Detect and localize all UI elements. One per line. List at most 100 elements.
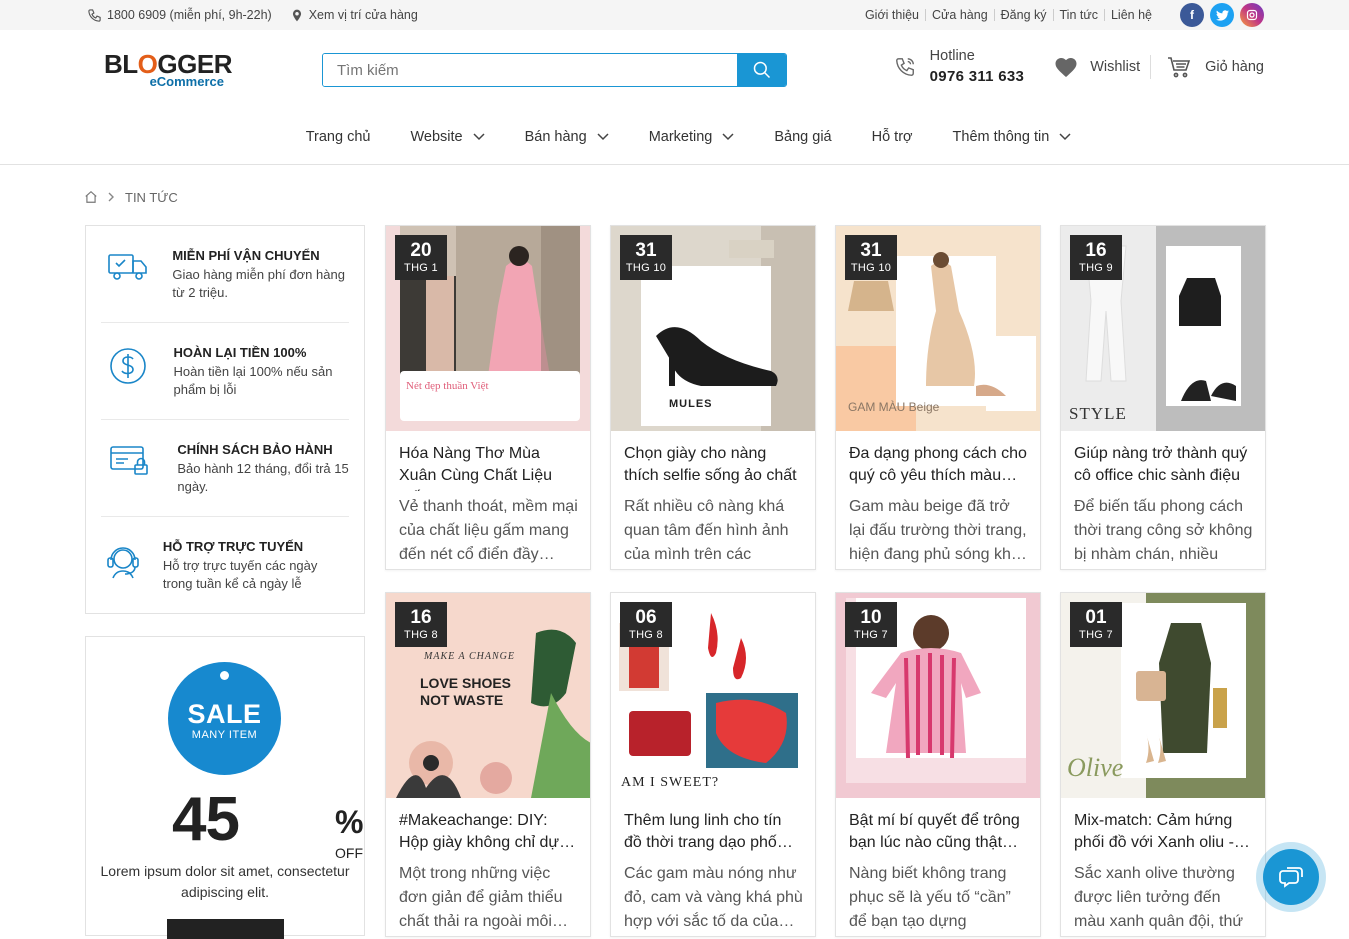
nav-item-pricing[interactable]: Bảng giá [774,129,831,145]
sale-percent: 45 % OFF [172,789,363,862]
post-card[interactable]: STYLE 16 THG 9 Giúp nàng trở thành quý cô… [1060,225,1266,570]
service-item: HỖ TRỢ TRỰC TUYẾN Hỗ trợ trực tuyến các n… [101,517,349,613]
chat-button[interactable] [1256,842,1326,912]
post-title[interactable]: Đa dạng phong cách cho quý cô yêu thích … [836,431,1040,491]
thumb-caption: Olive [1067,753,1124,782]
date-badge: 06 THG 8 [620,602,672,647]
sidebar: MIỄN PHÍ VẬN CHUYỂN Giao hàng miễn phí đơ… [85,225,365,939]
post-title[interactable]: Giúp nàng trở thành quý cô office chic s… [1061,431,1265,491]
phone-text: 1800 6909 (miễn phí, 9h-22h) [107,8,272,22]
post-grid: Nét đẹp thuần Việt 20 THG 1 Hóa Nàng Thơ … [385,225,1266,937]
tag-hole [220,671,229,680]
post-card[interactable]: AM I SWEET? 06 THG 8 Thêm lung linh cho t… [610,592,816,937]
chevron-right-icon [108,192,114,202]
service-title: HỖ TRỢ TRỰC TUYẾN [162,539,304,554]
post-excerpt: Một trong những việc đơn giản để giảm th… [399,865,568,930]
search-icon [753,61,770,79]
cart-button[interactable]: Giỏ hàng [1151,56,1264,78]
post-thumbnail[interactable]: GAM MÀU Beige 31 THG 10 [836,226,1040,431]
post-thumbnail[interactable]: MAKE A CHANGE LOVE SHOES NOT WASTE 16 THG… [386,593,590,798]
post-excerpt: Nàng biết không trang phục sẽ là yếu tố … [849,865,1011,930]
thumb-caption: GAM MÀU Beige [848,400,940,414]
post-card[interactable]: 10 THG 7 Bật mí bí quyết để trông bạn lúc… [835,592,1041,937]
date-badge: 16 THG 8 [395,602,447,647]
search-button[interactable] [737,54,786,86]
thumb-caption: Nét đẹp thuần Việt [406,380,489,392]
service-list: MIỄN PHÍ VẬN CHUYỂN Giao hàng miễn phí đơ… [85,225,365,614]
post-thumbnail[interactable]: MULES 31 THG 10 [611,226,815,431]
post-title[interactable]: Chọn giày cho nàng thích selfie sống ảo … [611,431,815,491]
post-title[interactable]: Hóa Nàng Thơ Mùa Xuân Cùng Chất Liệu Gấm… [386,431,590,491]
thumb-caption: STYLE [1069,404,1127,423]
post-excerpt: Để biến tấu phong cách thời trang công s… [1074,498,1253,563]
search-input[interactable] [323,54,737,86]
cart-label: Giỏ hàng [1205,58,1264,75]
hotline-number: 0976 311 633 [929,68,1025,85]
post-excerpt: Rất nhiều cô nàng khá quan tâm đến hình … [624,498,789,563]
post-excerpt: Các gam màu nóng như đỏ, cam và vàng khá… [624,865,803,930]
service-desc: Hoàn tiền lại 100% nếu sản phẩm bị lỗi [173,364,333,397]
facebook-icon[interactable]: f [1180,3,1204,27]
post-card[interactable]: Olive 01 THG 7 Mix-match: Cảm hứng phối đ… [1060,592,1266,937]
date-badge: 10 THG 7 [845,602,897,647]
instagram-icon[interactable] [1240,3,1264,27]
nav-item-sales[interactable]: Bán hàng [525,129,609,145]
post-card[interactable]: MAKE A CHANGE LOVE SHOES NOT WASTE 16 THG… [385,592,591,937]
search-box [322,53,787,87]
logo[interactable]: BLOGGER eCommerce [104,51,234,88]
service-title: HOÀN LẠI TIỀN 100% [173,345,307,360]
nav-item-home[interactable]: Trang chủ [306,129,371,145]
date-badge: 31 THG 10 [620,235,672,280]
service-item: MIỄN PHÍ VẬN CHUYỂN Giao hàng miễn phí đơ… [101,226,349,323]
post-card[interactable]: Nét đẹp thuần Việt 20 THG 1 Hóa Nàng Thơ … [385,225,591,570]
post-card[interactable]: MULES 31 THG 10 Chọn giày cho nàng thích … [610,225,816,570]
store-location-link[interactable]: Xem vị trí cửa hàng [290,8,418,23]
topbar-link-about[interactable]: Giới thiệu [859,9,925,22]
date-badge: 01 THG 7 [1070,602,1122,647]
post-title[interactable]: Bật mí bí quyết để trông bạn lúc nào cũn… [836,798,1040,858]
nav-item-marketing[interactable]: Marketing [649,129,735,145]
home-icon[interactable] [84,190,98,204]
service-item: HOÀN LẠI TIỀN 100% Hoàn tiền lại 100% nếu… [101,323,349,420]
phone-icon [88,8,101,22]
post-excerpt: Gam màu beige đã trở lại đấu trường thời… [849,498,1027,563]
header: BLOGGER eCommerce Hotline 0976 311 633 W… [0,30,1349,110]
truck-icon [107,254,147,280]
topbar-link-register[interactable]: Đăng ký [993,9,1053,21]
post-thumbnail[interactable]: 10 THG 7 [836,593,1040,798]
card-lock-icon [110,446,148,475]
breadcrumb-current: TIN TỨC [125,189,178,205]
service-desc: Hỗ trợ trực tuyến các ngày trong tuần kể… [162,558,318,591]
post-excerpt: Sắc xanh olive thường được liên tưởng đế… [1074,865,1244,930]
sale-word: SALE [187,699,262,729]
chevron-down-icon [473,133,485,141]
post-title[interactable]: #Makeachange: DIY: Hộp giày không chỉ dự… [386,798,590,858]
twitter-icon[interactable] [1210,3,1234,27]
nav-item-website[interactable]: Website [410,129,485,145]
wishlist-button[interactable]: Wishlist [1046,54,1152,79]
main-nav: Trang chủ Website Bán hàng Marketing Bản… [0,110,1349,165]
sale-description: Lorem ipsum dolor sit amet, consectetur … [100,863,350,900]
nav-item-support[interactable]: Hỗ trợ [872,129,913,145]
sale-banner[interactable]: SALE MANY ITEM 45 % OFF Lorem ipsum dolo… [85,636,365,939]
chat-icon [1279,867,1303,888]
sale-button[interactable] [167,919,284,939]
service-title: MIỄN PHÍ VẬN CHUYỂN [172,248,320,263]
thumb-caption: AM I SWEET? [621,775,720,790]
post-title[interactable]: Mix-match: Cảm hứng phối đồ với Xanh oli… [1061,798,1265,858]
post-excerpt: Vẻ thanh thoát, mềm mại của chất liệu gấ… [399,498,578,563]
post-thumbnail[interactable]: Olive 01 THG 7 [1061,593,1265,798]
post-thumbnail[interactable]: AM I SWEET? 06 THG 8 [611,593,815,798]
post-card[interactable]: GAM MÀU Beige 31 THG 10 Đa dạng phong các… [835,225,1041,570]
hotline[interactable]: Hotline 0976 311 633 [894,48,1047,85]
nav-item-more-info[interactable]: Thêm thông tin [953,129,1072,145]
topbar-link-store[interactable]: Cửa hàng [925,9,994,21]
post-thumbnail[interactable]: STYLE 16 THG 9 [1061,226,1265,431]
post-title[interactable]: Thêm lung linh cho tín đồ thời trang dạo… [611,798,815,858]
topbar-link-contact[interactable]: Liên hệ [1103,9,1158,21]
phone-info[interactable]: 1800 6909 (miễn phí, 9h-22h) [87,8,272,23]
post-thumbnail[interactable]: Nét đẹp thuần Việt 20 THG 1 [386,226,590,431]
service-item: CHÍNH SÁCH BẢO HÀNH Bảo hành 12 tháng, đổ… [101,420,349,517]
breadcrumb: TIN TỨC [0,165,1349,229]
topbar-link-news[interactable]: Tin tức [1052,9,1104,21]
